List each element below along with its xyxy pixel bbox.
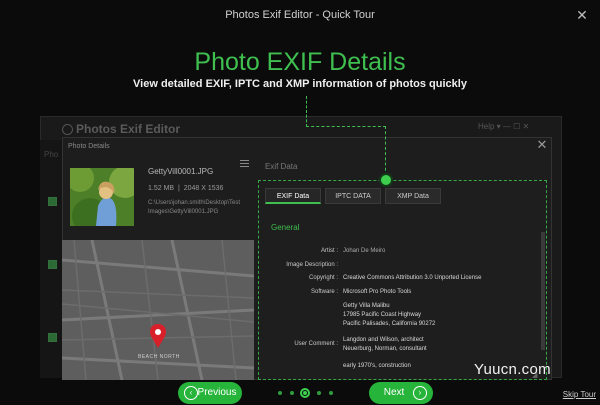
exif-tabs: EXIF Data IPTC DATA XMP Data xyxy=(263,188,493,204)
user-comment-line: early 1970's, construction xyxy=(343,363,411,369)
section-general-title: General xyxy=(271,223,300,232)
copyright-value: Creative Commons Attribution 3.0 Unporte… xyxy=(343,275,482,281)
address-line: Pacific Palisades, California 90272 xyxy=(343,321,436,327)
menu-icon[interactable] xyxy=(240,160,249,167)
copyright-label: Copyright : xyxy=(308,275,338,281)
tab-exif-data[interactable]: EXIF Data xyxy=(265,188,321,204)
photo-thumbnail xyxy=(70,168,134,226)
tour-headline: Photo EXIF Details xyxy=(194,48,406,76)
address-line: Getty Villa Malibu xyxy=(343,303,390,309)
user-comment-line: Neuerburg, Norman, consultant xyxy=(343,346,427,352)
background-checkbox-icon xyxy=(48,260,57,269)
background-app-title-text: Photos Exif Editor xyxy=(76,122,181,136)
app-logo-icon xyxy=(62,124,73,135)
exif-data-label: Exif Data xyxy=(265,162,298,171)
artist-label: Artist : xyxy=(320,248,338,254)
image-resolution: 2048 X 1536 xyxy=(183,185,224,192)
pagination-dot[interactable] xyxy=(278,391,282,395)
location-map[interactable]: BEACH NORTH xyxy=(62,240,254,380)
artist-value: Johan De Meiro xyxy=(343,248,386,254)
user-comment-label: User Comment : xyxy=(294,341,338,347)
address-line: 17985 Pacific Coast Highway xyxy=(343,312,422,318)
software-value: Microsoft Pro Photo Tools xyxy=(343,289,412,295)
panel-scrollbar[interactable] xyxy=(541,232,545,350)
pagination-dot[interactable] xyxy=(317,391,321,395)
background-app-label: Pho xyxy=(44,150,59,159)
pagination-dot-active[interactable] xyxy=(300,388,310,398)
chevron-right-icon: › xyxy=(413,386,427,400)
window-title: Photos Exif Editor - Quick Tour xyxy=(225,9,375,21)
background-app-sidebar xyxy=(40,140,62,378)
tour-subheadline: View detailed EXIF, IPTC and XMP informa… xyxy=(133,78,467,90)
background-app-controls: Help ▾ — ☐ ✕ xyxy=(478,122,530,131)
highlight-dot-icon xyxy=(381,175,391,185)
window-close-button[interactable]: ✕ xyxy=(572,0,592,30)
chevron-left-icon: ‹ xyxy=(184,386,198,400)
photo-thumbnail-image xyxy=(70,168,134,226)
file-meta: 1.52 MB | 2048 X 1536 xyxy=(148,185,224,192)
map-place-label: BEACH NORTH xyxy=(138,354,180,360)
dialog-close-button[interactable]: ✕ xyxy=(534,137,550,153)
pagination-dot[interactable] xyxy=(290,391,294,395)
dialog-title: Photo Details xyxy=(68,143,110,150)
user-comment-line: Langdon and Wilson, architect xyxy=(343,337,424,343)
software-label: Software : xyxy=(310,289,338,295)
highlight-connector xyxy=(385,126,386,176)
tab-xmp-data[interactable]: XMP Data xyxy=(385,188,441,204)
background-checkbox-icon xyxy=(48,333,57,342)
skip-tour-link[interactable]: Skip Tour xyxy=(563,390,596,399)
file-size: 1.52 MB xyxy=(148,185,175,192)
file-path: C:\Users\johan.smith\Desktop\Test Images… xyxy=(148,200,241,215)
pagination-dot[interactable] xyxy=(329,391,333,395)
file-name: GettyVill0001.JPG xyxy=(148,167,214,176)
previous-button[interactable]: ‹ Previous xyxy=(178,382,242,404)
highlight-connector xyxy=(306,126,386,127)
background-app-title: Photos Exif Editor xyxy=(62,122,180,136)
watermark-text: Yuucn.com xyxy=(474,361,551,378)
highlight-connector xyxy=(306,96,307,127)
background-checkbox-icon xyxy=(48,197,57,206)
image-description-label: Image Description : xyxy=(286,262,338,268)
next-button[interactable]: Next › xyxy=(369,382,433,404)
tab-iptc-data[interactable]: IPTC DATA xyxy=(325,188,381,204)
